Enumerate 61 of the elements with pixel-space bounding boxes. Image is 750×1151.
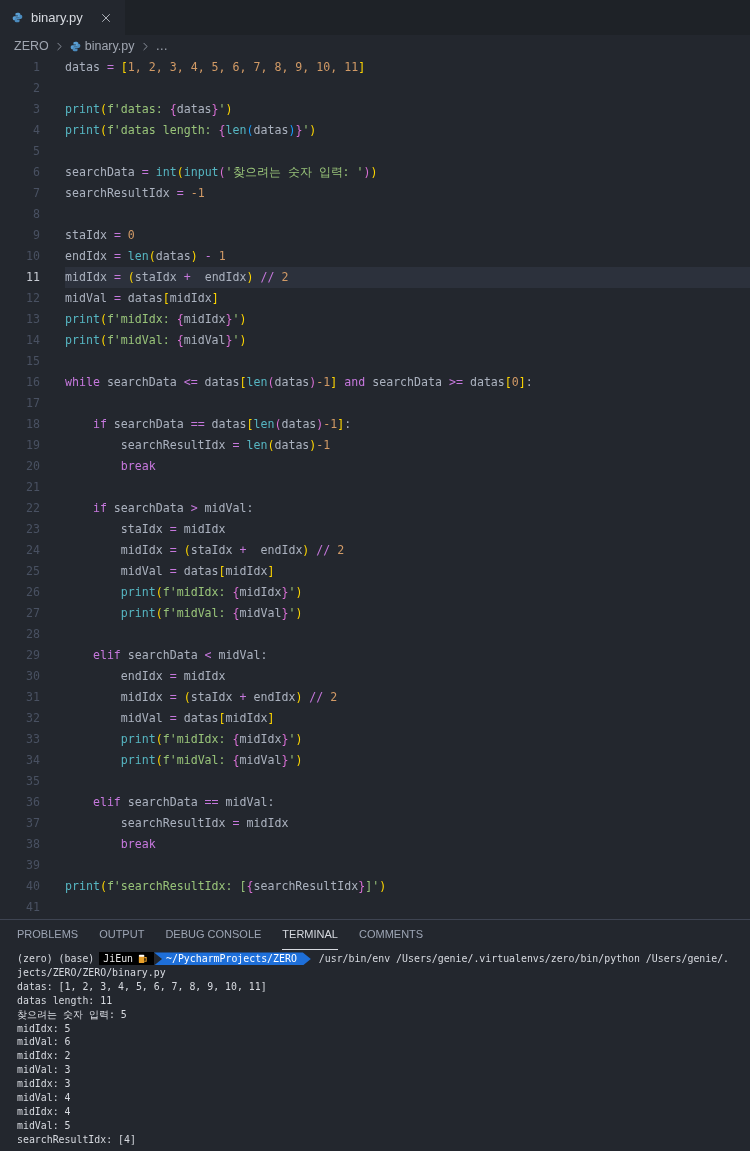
code-line: break [119,835,156,853]
terminal-output-line: midVal: 6 [17,1035,71,1050]
code-line: print(f'midVal: {midVal}') [119,751,303,769]
code-line: datas = [1, 2, 3, 4, 5, 6, 7, 8, 9, 10, 11] [65,58,366,76]
code-line: print(f'midVal: {midVal}') [65,331,247,349]
panel-tab[interactable]: COMMENTS [358,920,424,950]
code-line: endIdx = midIdx [119,667,226,685]
panel-tab[interactable]: OUTPUT [99,920,145,950]
breadcrumb-item[interactable]: ZERO [14,36,49,56]
terminal-output-line: midIdx: 3 [17,1077,71,1092]
code-line: if searchData > midVal: [91,499,254,517]
terminal-command: /usr/bin/env /Users/genie/.virtualenvs/zero/bin/python /Users/genie/. [318,952,730,966]
code-line: searchResultIdx = len(datas)-1 [119,436,331,454]
file-icon [69,40,81,52]
code-line: print(f'midVal: {midVal}') [119,604,303,622]
code-line: print(f'midIdx: {midIdx}') [119,730,303,748]
code-line: midVal = datas[midIdx] [119,562,275,580]
code-line: searchResultIdx = -1 [65,184,205,202]
terminal-output-line: midIdx: 5 [17,1021,71,1036]
terminal-output-line: searchResultIdx: [4] [17,1132,136,1147]
code-line: searchData = int(input('찾으려는 숫자 입력: ')) [65,163,378,181]
code-line: elif searchData < midVal: [91,646,268,664]
code-line: staIdx = midIdx [119,520,226,538]
code-line: print(f'midIdx: {midIdx}') [119,583,303,601]
code-line: print(f'midIdx: {midIdx}') [65,310,247,328]
prompt-user-segment: JiEun [99,952,155,966]
beer-mug-icon [137,953,149,965]
code-line: break [119,457,156,475]
terminal-output-line: midVal: 3 [17,1063,71,1078]
breadcrumb-item[interactable]: … [155,36,169,56]
code-line: midIdx = (staIdx + endIdx) // 2 [65,268,289,286]
terminal-output-line: datas length: 11 [17,993,113,1008]
editor-tab[interactable]: binary.py [0,0,125,35]
code-line: midVal = datas[midIdx] [119,709,275,727]
prompt-env: (zero) (base) [17,952,95,966]
terminal-output-line: jects/ZERO/ZERO/binary.py [17,965,166,980]
terminal-output-line: midIdx: 2 [17,1049,71,1064]
terminal-output-line: 찾으려는 숫자 입력: 5 [17,1007,127,1022]
code-line: searchResultIdx = midIdx [119,814,289,832]
panel-tab[interactable]: PROBLEMS [17,920,79,950]
breadcrumb-item[interactable]: binary.py [84,36,135,56]
code-line: staIdx = 0 [65,226,135,244]
file-icon [12,12,23,23]
code-line: print(f'datas length: {len(datas)}') [65,121,317,139]
code-line: midVal = datas[midIdx] [65,289,219,307]
code-line: print(f'datas: {datas}') [65,100,233,118]
prompt-path-segment: ~/PycharmProjects/ZERO [154,952,311,966]
code-line: midIdx = (staIdx + endIdx) // 2 [119,541,345,559]
panel-tab[interactable]: DEBUG CONSOLE [165,920,262,950]
terminal-output-line: datas: [1, 2, 3, 4, 5, 6, 7, 8, 9, 10, 11] [17,979,267,994]
terminal-output-line: midIdx: 4 [17,1104,71,1119]
code-line: elif searchData == midVal: [91,793,275,811]
code-line: while searchData <= datas[len(datas)-1] and searchData >= datas[0]: [65,373,533,391]
terminal-output-line: midVal: 4 [17,1091,71,1105]
code-line: if searchData == datas[len(datas)-1]: [91,415,352,433]
line-number: 11 [25,268,40,286]
code-line: midIdx = (staIdx + endIdx) // 2 [119,688,338,706]
panel-tab[interactable]: TERMINAL [282,920,338,950]
code-line: endIdx = len(datas) - 1 [65,247,226,265]
code-line: print(f'searchResultIdx: [{searchResultIdx}]') [65,877,387,895]
terminal-output-line: midVal: 5 [17,1118,71,1133]
